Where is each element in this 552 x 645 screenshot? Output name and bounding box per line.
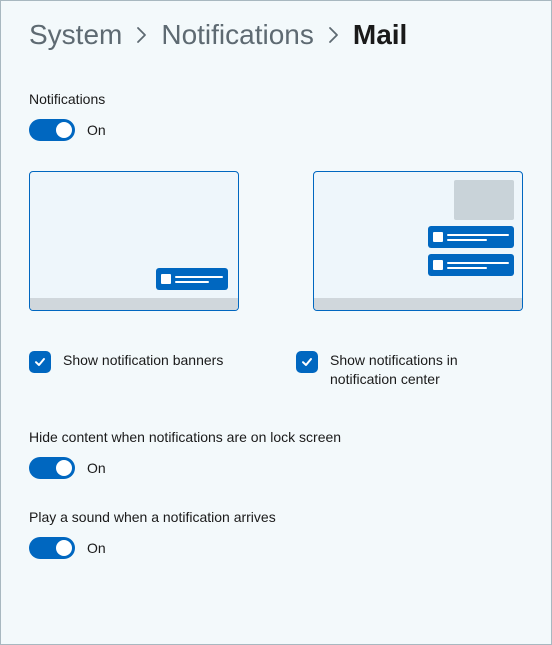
breadcrumb-system[interactable]: System bbox=[29, 19, 122, 51]
notifications-toggle[interactable] bbox=[29, 119, 75, 141]
breadcrumb-mail: Mail bbox=[353, 19, 407, 51]
action-center-notif-icon bbox=[428, 226, 514, 248]
check-icon bbox=[300, 355, 314, 369]
preview-action-center[interactable] bbox=[313, 171, 523, 311]
action-center-notif-icon bbox=[428, 254, 514, 276]
hide-content-label: Hide content when notifications are on l… bbox=[29, 429, 523, 445]
hide-content-toggle-state: On bbox=[87, 460, 106, 476]
check-icon bbox=[33, 355, 47, 369]
center-label: Show notifications in notification cente… bbox=[330, 351, 523, 389]
sound-toggle[interactable] bbox=[29, 537, 75, 559]
hide-content-toggle[interactable] bbox=[29, 457, 75, 479]
sound-toggle-state: On bbox=[87, 540, 106, 556]
center-checkbox[interactable] bbox=[296, 351, 318, 373]
breadcrumb-notifications[interactable]: Notifications bbox=[161, 19, 314, 51]
banners-label: Show notification banners bbox=[63, 351, 223, 370]
chevron-right-icon bbox=[136, 26, 147, 44]
banners-checkbox[interactable] bbox=[29, 351, 51, 373]
notifications-label: Notifications bbox=[29, 91, 523, 107]
banner-notif-icon bbox=[156, 268, 228, 290]
breadcrumb: System Notifications Mail bbox=[29, 19, 523, 51]
chevron-right-icon bbox=[328, 26, 339, 44]
notification-previews bbox=[29, 171, 523, 311]
notifications-toggle-state: On bbox=[87, 122, 106, 138]
sound-label: Play a sound when a notification arrives bbox=[29, 509, 523, 525]
preview-banner[interactable] bbox=[29, 171, 239, 311]
action-center-panel-icon bbox=[454, 180, 514, 220]
